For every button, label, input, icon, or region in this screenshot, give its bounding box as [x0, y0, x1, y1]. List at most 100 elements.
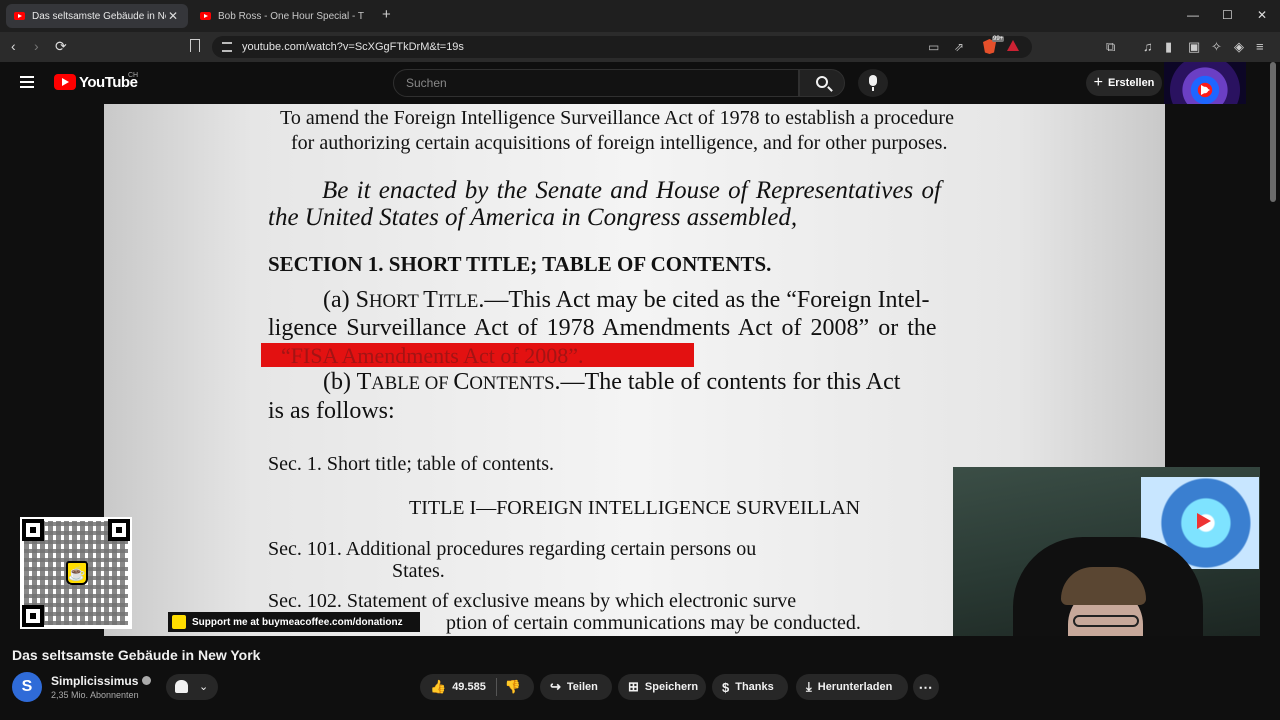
presenter-glasses: [1073, 615, 1139, 627]
url-text[interactable]: youtube.com/watch?v=ScXGgFTkDrM&t=19s: [242, 41, 464, 53]
site-info-icon[interactable]: [222, 42, 232, 52]
webcam-overlay: [953, 467, 1260, 636]
country-code: CH: [128, 72, 139, 79]
reload-icon[interactable]: ⟳: [55, 38, 67, 55]
tab-close-icon[interactable]: ✕: [166, 9, 180, 23]
hamburger-menu-icon[interactable]: [20, 76, 34, 88]
tab-active[interactable]: Das seltsamste Gebäude in New ✕: [6, 4, 188, 28]
video-title: Das seltsamste Gebäude in New York: [12, 647, 261, 663]
enacting-clause-line-2: the United States of America in Congress…: [268, 204, 798, 231]
address-bar[interactable]: youtube.com/watch?v=ScXGgFTkDrM&t=19s ▭ …: [212, 36, 1032, 58]
sc-letter: T: [356, 369, 372, 395]
thumbs-down-icon[interactable]: 👎: [505, 679, 521, 695]
page-scrollbar[interactable]: [1270, 62, 1276, 202]
qr-finder: [108, 519, 130, 541]
screen: Das seltsamste Gebäude in New ✕ Bob Ross…: [0, 0, 1280, 720]
youtube-favicon-icon: [200, 12, 211, 20]
wallet-icon[interactable]: ▣: [1188, 39, 1200, 55]
brave-badge: 99+: [992, 36, 1005, 42]
highlighted-short-title: “FISA Amendments Act of 2008”.: [281, 343, 584, 368]
sc-rest: ONTENTS: [469, 373, 555, 394]
toc-title-i: TITLE I—FOREIGN INTELLIGENCE SURVEILLAN: [409, 497, 861, 519]
more-icon: ⋯: [918, 678, 934, 695]
sc-letter: T: [423, 287, 438, 313]
close-window-icon[interactable]: ✕: [1257, 8, 1267, 22]
toc-section-101-cont: States.: [392, 560, 445, 582]
sc-letter: S: [355, 287, 369, 313]
search-box: [393, 69, 799, 97]
like-count[interactable]: 49.585: [452, 681, 486, 693]
purpose-line-1: To amend the Foreign Intelligence Survei…: [280, 107, 954, 129]
extensions-icon[interactable]: ⧉: [1106, 39, 1115, 55]
share-button[interactable]: ↪ Teilen: [540, 674, 612, 700]
new-tab-button[interactable]: +: [382, 6, 391, 23]
search-input[interactable]: [406, 75, 786, 91]
support-banner: Support me at buymeacoffee.com/donationz: [168, 612, 420, 632]
channel-name[interactable]: Simplicissimus: [51, 674, 152, 688]
support-text: Support me at buymeacoffee.com/donationz: [192, 616, 403, 628]
sc-rest: HORT: [369, 291, 424, 312]
subsection-a-prefix: (a): [323, 287, 356, 313]
coffee-cup-icon: [172, 615, 186, 629]
leo-icon[interactable]: ✧: [1211, 39, 1222, 55]
tab-title: Das seltsamste Gebäude in New: [32, 10, 166, 22]
subsection-a-text: .—This Act may be cited as the “Foreign …: [478, 287, 930, 313]
search-button[interactable]: [799, 69, 845, 97]
download-label: Herunterladen: [817, 681, 893, 693]
enacting-clause-line-1: Be it enacted by the Senate and House of…: [322, 177, 941, 204]
share-page-icon[interactable]: ⇗: [954, 40, 964, 54]
maximize-icon[interactable]: ☐: [1222, 8, 1233, 22]
bell-icon: [175, 680, 188, 693]
tab-bob-ross[interactable]: Bob Ross - One Hour Special - The G: [192, 4, 372, 28]
share-icon: ↪: [550, 679, 561, 694]
channel-avatar[interactable]: S: [12, 672, 42, 702]
purpose-line-2: for authorizing certain acquisitions of …: [291, 132, 948, 154]
subsection-b-text: .—The table of contents for this Act: [554, 369, 901, 395]
forward-icon[interactable]: ›: [34, 38, 39, 54]
subsection-b-line-2: is as follows:: [268, 398, 395, 424]
donation-qr-code: ☕: [20, 517, 132, 629]
share-label: Teilen: [566, 681, 598, 693]
create-button[interactable]: + Erstellen: [1086, 70, 1162, 96]
channel-name-text[interactable]: Simplicissimus: [51, 674, 138, 688]
cast-icon[interactable]: ▭: [928, 40, 939, 54]
sc-rest: ABLE OF: [371, 373, 454, 394]
subsection-a-line-1: (a) SHORT TITLE.—This Act may be cited a…: [323, 287, 930, 314]
more-actions-button[interactable]: ⋯: [913, 674, 939, 700]
brave-rewards-icon[interactable]: [1007, 40, 1019, 51]
thanks-icon: $: [722, 679, 730, 695]
save-button[interactable]: ⊞ Speichern: [618, 674, 706, 700]
presenter-cap: [1061, 567, 1146, 605]
youtube-header: YouTube CH + Erstellen: [0, 62, 1280, 104]
thumbs-up-icon[interactable]: 👍: [430, 679, 446, 695]
create-label: Erstellen: [1107, 77, 1155, 89]
thanks-label: Thanks: [735, 681, 774, 693]
notification-button[interactable]: ⌄: [166, 674, 218, 700]
save-icon: ⊞: [628, 679, 639, 694]
youtube-logo-icon[interactable]: [54, 74, 76, 90]
save-label: Speichern: [644, 681, 699, 693]
download-button[interactable]: ⤓ Herunterladen: [796, 674, 908, 700]
section-heading: SECTION 1. SHORT TITLE; TABLE OF CONTENT…: [268, 252, 772, 276]
browser-menu-icon[interactable]: ≡: [1256, 39, 1264, 54]
qr-finder: [22, 605, 44, 627]
video-player[interactable]: To amend the Foreign Intelligence Survei…: [0, 104, 1280, 636]
bookmark-icon[interactable]: [190, 39, 200, 52]
qr-finder: [22, 519, 44, 541]
media-icon[interactable]: ♫: [1143, 39, 1153, 54]
verified-icon: [142, 676, 152, 685]
subsection-b-prefix: (b): [323, 369, 357, 395]
coffee-cup-icon: ☕: [66, 561, 88, 585]
toc-section-102: Sec. 102. Statement of exclusive means b…: [268, 590, 797, 612]
thanks-button[interactable]: $ Thanks: [712, 674, 788, 700]
tab-title: Bob Ross - One Hour Special - The G: [218, 10, 364, 22]
vpn-icon[interactable]: ◈: [1234, 39, 1244, 55]
toc-section-1: Sec. 1. Short title; table of contents.: [268, 453, 555, 475]
highlight-bar: “FISA Amendments Act of 2008”.: [261, 343, 694, 368]
minimize-icon[interactable]: —: [1187, 8, 1199, 22]
back-icon[interactable]: ‹: [11, 38, 16, 54]
sc-rest: ITLE: [437, 291, 479, 312]
download-icon: ⤓: [806, 679, 812, 694]
sidebar-icon[interactable]: ▮: [1165, 39, 1172, 55]
voice-search-button[interactable]: [858, 69, 888, 97]
